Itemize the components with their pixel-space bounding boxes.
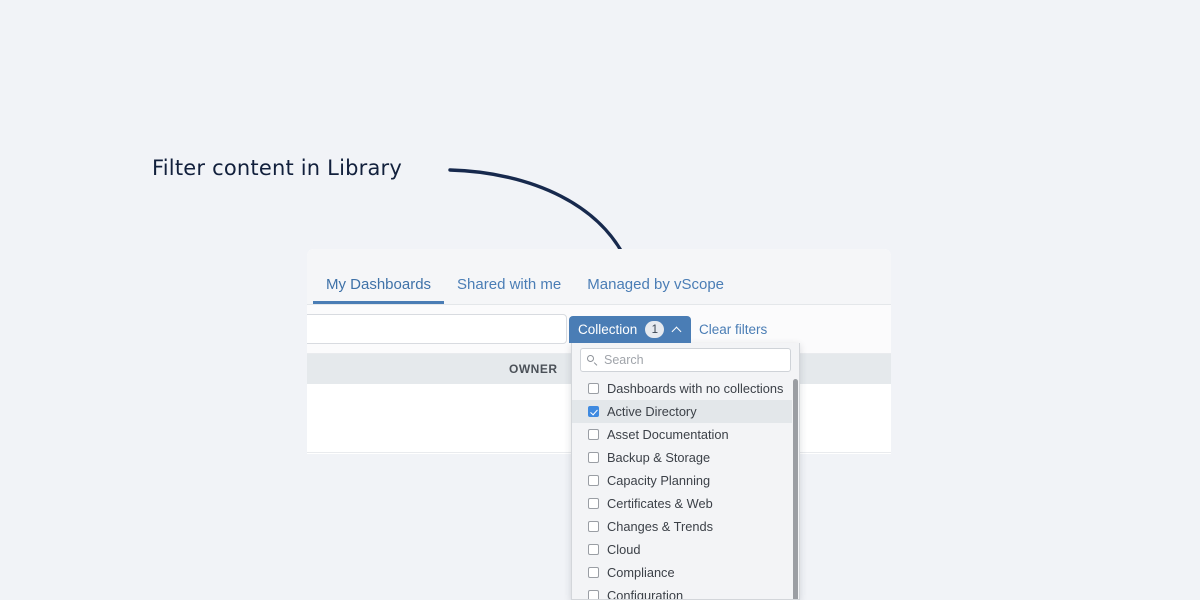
dropdown-search-container: Search [572,343,799,377]
checkbox-icon[interactable] [588,590,599,599]
list-item[interactable]: Certificates & Web [572,492,799,515]
dropdown-search-placeholder: Search [604,353,644,367]
list-item-label: Capacity Planning [607,473,711,488]
checkbox-icon[interactable] [588,475,599,486]
checkbox-icon[interactable] [588,544,599,555]
search-icon [587,354,598,366]
clear-filters-link[interactable]: Clear filters [699,322,767,337]
collection-filter-button[interactable]: Collection 1 [569,316,692,343]
list-item[interactable]: Active Directory [572,400,799,423]
collection-filter-dropdown: Search Dashboards with no collections Ac… [571,343,800,600]
list-item-label: Cloud [607,542,641,557]
list-item-label: Configuration [607,588,684,599]
list-item[interactable]: Compliance [572,561,799,584]
list-item[interactable]: Asset Documentation [572,423,799,446]
tab-managed-by-vscope-label: Managed by vScope [587,276,725,293]
list-item[interactable]: Changes & Trends [572,515,799,538]
list-item-label: Asset Documentation [607,427,729,442]
checkbox-icon[interactable] [588,429,599,440]
tab-my-dashboards-label: My Dashboards [326,276,432,293]
list-item[interactable]: Dashboards with no collections [572,377,799,400]
library-search-input[interactable]: rch [307,314,567,344]
list-item[interactable]: Configuration [572,584,799,599]
tab-bar: My Dashboards Shared with me Managed by … [307,249,891,305]
tab-my-dashboards[interactable]: My Dashboards [313,276,445,304]
list-item[interactable]: Cloud [572,538,799,561]
list-item[interactable]: Backup & Storage [572,446,799,469]
checkbox-icon[interactable] [588,498,599,509]
dropdown-search-input[interactable]: Search [580,348,791,372]
checkbox-icon[interactable] [588,521,599,532]
list-item-label: Compliance [607,565,675,580]
checkbox-icon[interactable] [588,567,599,578]
checkbox-icon[interactable] [588,452,599,463]
list-item-label: Dashboards with no collections [607,381,784,396]
checkbox-icon[interactable] [588,383,599,394]
collection-option-list: Dashboards with no collections Active Di… [572,377,799,599]
list-item-label: Active Directory [607,404,697,419]
list-item-label: Certificates & Web [607,496,713,511]
tab-managed-by-vscope[interactable]: Managed by vScope [574,277,737,304]
list-item-label: Backup & Storage [607,450,711,465]
tab-shared-with-me-label: Shared with me [457,276,562,293]
tab-shared-with-me[interactable]: Shared with me [444,277,574,304]
collection-filter-count-badge: 1 [645,321,665,338]
checkbox-checked-icon[interactable] [588,406,599,417]
table-header-owner: OWNER [509,362,558,376]
chevron-up-icon [673,325,682,334]
tab-list: My Dashboards Shared with me Managed by … [313,249,737,304]
list-item[interactable]: Capacity Planning [572,469,799,492]
list-item-label: Changes & Trends [607,519,713,534]
collection-filter-label: Collection [578,322,638,337]
annotation-label: Filter content in Library [152,156,403,180]
dropdown-scrollbar-thumb[interactable] [793,379,798,599]
